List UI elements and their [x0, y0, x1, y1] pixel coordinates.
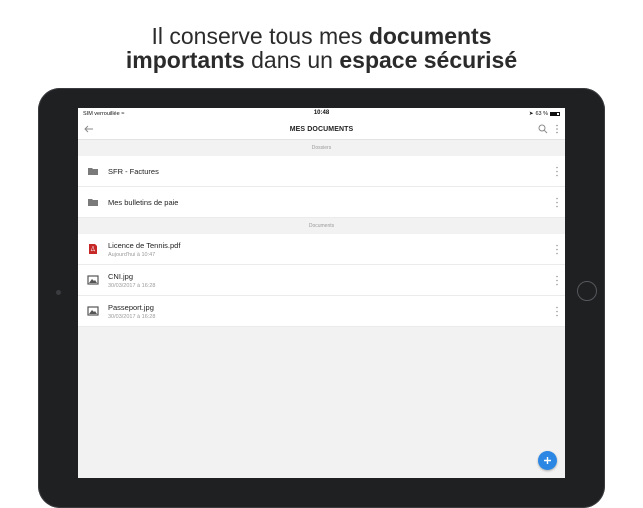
row-more-icon[interactable] — [555, 275, 559, 286]
page-title: MES DOCUMENTS — [289, 125, 354, 133]
folder-icon — [88, 168, 98, 175]
search-icon[interactable] — [538, 124, 548, 134]
plus-icon — [544, 457, 551, 464]
pdf-icon — [89, 244, 97, 254]
document-date: 30/03/2017 à 16:28 — [108, 313, 156, 320]
folder-row[interactable]: Mes bulletins de paie — [78, 187, 565, 218]
document-name: CNI.jpg — [108, 271, 134, 281]
row-more-icon[interactable] — [555, 197, 559, 208]
headline-bold: documents — [368, 23, 492, 49]
document-date: Aujourd'hui à 10:47 — [108, 251, 156, 258]
documents-section-header: Documents — [308, 223, 335, 229]
home-button[interactable] — [577, 281, 597, 301]
battery-icon — [550, 111, 560, 116]
nav-bar: MES DOCUMENTS — [78, 119, 565, 140]
marketing-headline: Il conserve tous mes documents important… — [0, 24, 643, 72]
tablet-frame: SIM verrouillée ≈ 10:48 ➤ 63 % MES DOCUM… — [38, 88, 605, 508]
row-more-icon[interactable] — [555, 306, 559, 317]
headline-bold: espace sécurisé — [339, 47, 518, 73]
folders-section-header: Dossiers — [311, 145, 332, 151]
document-name: Passeport.jpg — [108, 302, 154, 312]
add-document-button[interactable] — [538, 451, 557, 470]
folder-row[interactable]: SFR - Factures — [78, 156, 565, 187]
row-more-icon[interactable] — [555, 166, 559, 177]
folder-name: Mes bulletins de paie — [108, 197, 179, 207]
back-arrow-icon[interactable] — [83, 123, 95, 135]
camera — [56, 290, 61, 295]
document-name: Licence de Tennis.pdf — [108, 240, 181, 250]
more-options-icon[interactable] — [555, 124, 559, 134]
headline-bold: importants — [125, 47, 245, 73]
document-row[interactable]: Licence de Tennis.pdf Aujourd'hui à 10:4… — [78, 234, 565, 265]
image-icon — [87, 306, 99, 316]
headline-text: Il conserve tous mes — [151, 23, 369, 49]
status-bar: SIM verrouillée ≈ 10:48 ➤ 63 % — [78, 108, 565, 119]
headline-text: dans un — [244, 47, 340, 73]
document-row[interactable]: CNI.jpg 30/03/2017 à 16:28 — [78, 265, 565, 296]
app-screen: SIM verrouillée ≈ 10:48 ➤ 63 % MES DOCUM… — [78, 108, 565, 478]
status-time: 10:48 — [313, 110, 330, 116]
folder-icon — [88, 199, 98, 206]
folder-name: SFR - Factures — [108, 166, 159, 176]
row-more-icon[interactable] — [555, 244, 559, 255]
document-row[interactable]: Passeport.jpg 30/03/2017 à 16:28 — [78, 296, 565, 327]
document-date: 30/03/2017 à 16:28 — [108, 282, 156, 289]
image-icon — [87, 275, 99, 285]
